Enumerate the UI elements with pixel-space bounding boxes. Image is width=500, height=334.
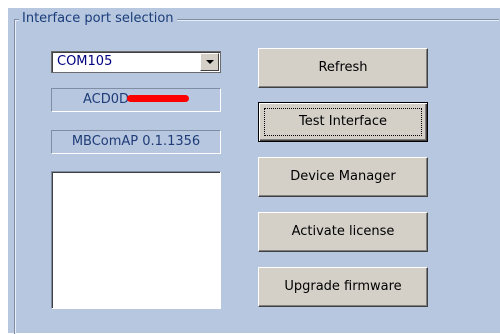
top-edge <box>0 0 500 8</box>
version-text: MBComAP 0.1.1356 <box>71 134 201 149</box>
upgrade-firmware-button[interactable]: Upgrade firmware <box>258 267 428 307</box>
refresh-button[interactable]: Refresh <box>258 48 428 88</box>
dialog-panel: Interface port selection COM105 ACD0D MB… <box>0 0 500 334</box>
version-field: MBComAP 0.1.1356 <box>51 130 221 154</box>
activate-license-button[interactable]: Activate license <box>258 212 428 252</box>
device-listbox[interactable] <box>51 171 221 309</box>
chevron-down-icon <box>206 60 214 64</box>
device-manager-button[interactable]: Device Manager <box>258 157 428 197</box>
test-interface-button[interactable]: Test Interface <box>258 102 428 142</box>
serial-number-field: ACD0D <box>51 88 221 112</box>
test-interface-label: Test Interface <box>299 114 387 129</box>
port-select[interactable]: COM105 <box>51 51 221 73</box>
groupbox-title: Interface port selection <box>19 11 177 27</box>
left-edge <box>0 0 8 333</box>
port-select-value: COM105 <box>57 54 113 69</box>
redaction-mark <box>127 95 190 102</box>
serial-number-text: ACD0D <box>82 92 130 107</box>
port-select-dropdown-button[interactable] <box>200 53 219 71</box>
